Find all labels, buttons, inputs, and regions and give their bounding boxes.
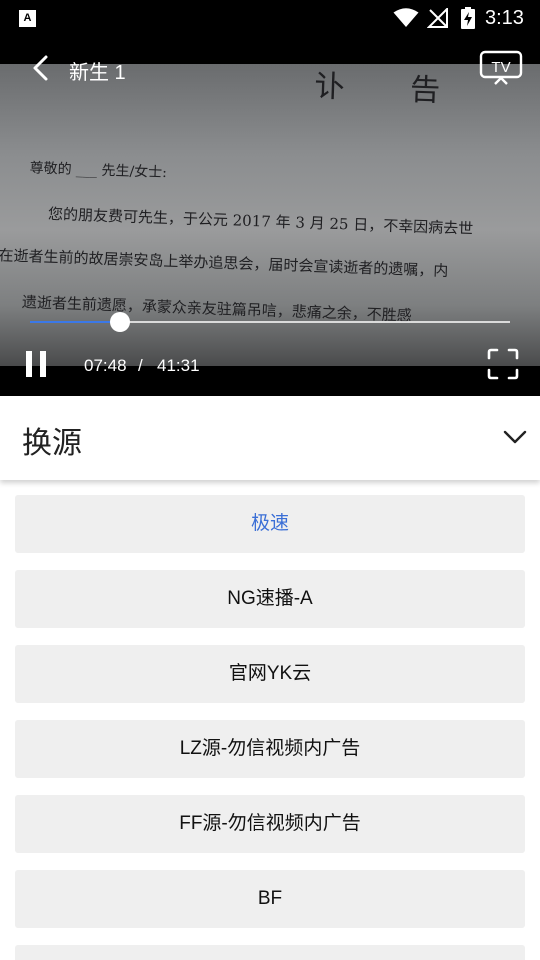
back-arrow-icon[interactable]: [28, 54, 56, 82]
frame-text-line: 尊敬的 ___ 先生/女士:: [29, 160, 168, 182]
source-item[interactable]: 官网YK云: [15, 645, 525, 703]
source-item[interactable]: NG速播-A: [15, 570, 525, 628]
seek-thumb[interactable]: [110, 312, 130, 332]
time-separator: /: [138, 356, 143, 375]
source-panel-header: 换源: [0, 396, 540, 480]
tv-cast-icon[interactable]: TV: [479, 50, 523, 86]
frame-text-line: 您的朋友费可先生，于公元 2017 年 3 月 25 日，不幸因病去世: [47, 204, 474, 238]
source-list[interactable]: 极速 NG速播-A 官网YK云 LZ源-勿信视频内广告 FF源-勿信视频内广告 …: [0, 480, 540, 960]
video-player[interactable]: 讣 告 尊敬的 ___ 先生/女士: 您的朋友费可先生，于公元 2017 年 3…: [0, 36, 540, 396]
source-item[interactable]: FF源-勿信视频内广告: [15, 795, 525, 853]
no-signal-icon: [427, 8, 448, 28]
pause-icon-bar: [26, 351, 32, 377]
clock: 3:13: [485, 7, 524, 29]
status-bar: A 3:13: [0, 0, 540, 36]
app-notification-icon: A: [19, 10, 36, 27]
source-item[interactable]: [15, 945, 525, 960]
total-time: 41:31: [157, 356, 200, 375]
wifi-icon: [393, 8, 419, 27]
seek-progress: [30, 321, 120, 323]
video-title: 新生 1: [69, 62, 126, 84]
chevron-down-icon[interactable]: [500, 424, 530, 450]
pause-icon-bar: [40, 351, 46, 377]
panel-title: 换源: [22, 427, 82, 460]
pause-button[interactable]: [24, 351, 48, 377]
frame-text-line: 在逝者生前的故居崇安岛上举办追思会，届时会宣读逝者的遗嘱，内: [0, 246, 449, 280]
fullscreen-icon[interactable]: [487, 348, 519, 380]
source-item[interactable]: 极速: [15, 495, 525, 553]
source-item[interactable]: LZ源-勿信视频内广告: [15, 720, 525, 778]
current-time: 07:48: [84, 356, 127, 375]
source-item[interactable]: BF: [15, 870, 525, 928]
tv-cast-label: TV: [491, 59, 510, 76]
battery-charging-icon: [461, 7, 475, 29]
frame-text-heading: 讣 告: [314, 69, 469, 110]
